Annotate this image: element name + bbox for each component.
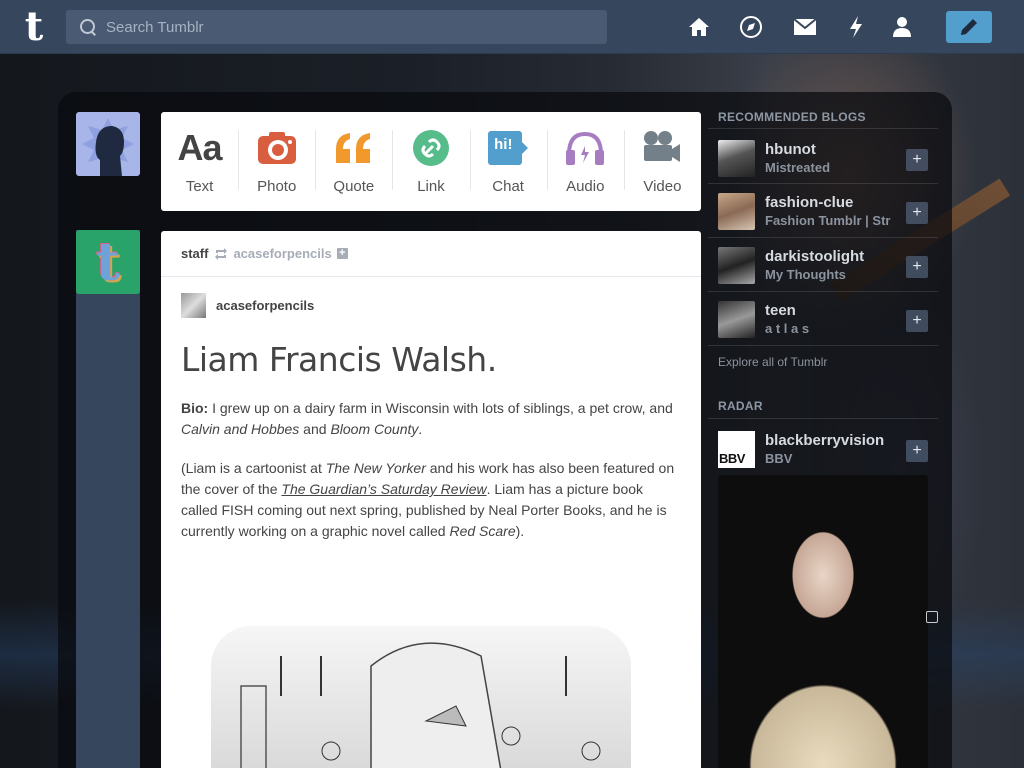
post-header: staff acaseforpencils + bbox=[161, 231, 701, 277]
text-icon: Aa bbox=[177, 127, 223, 168]
post-type-video[interactable]: Video bbox=[623, 112, 701, 211]
headphones-icon bbox=[565, 128, 605, 168]
recommended-blog-item[interactable]: teen a t l a s + bbox=[718, 300, 928, 338]
bio-text: and bbox=[299, 421, 331, 437]
post-type-chat[interactable]: hi! Chat bbox=[469, 112, 547, 211]
post-type-label: Chat bbox=[492, 178, 524, 195]
explore-icon[interactable] bbox=[738, 14, 764, 40]
bio-paragraph: Bio: I grew up on a dairy farm in Wiscon… bbox=[181, 398, 681, 440]
explore-all-link[interactable]: Explore all of Tumblr bbox=[718, 355, 827, 369]
about-text: (Liam is a cartoonist at bbox=[181, 460, 326, 476]
blog-description: a t l a s bbox=[765, 321, 810, 336]
guardian-link[interactable]: The Guardian’s Saturday Review bbox=[281, 481, 486, 497]
bio-emphasis: Calvin and Hobbes bbox=[181, 421, 300, 437]
radar-post-image[interactable] bbox=[718, 475, 928, 768]
post-type-label: Quote bbox=[333, 178, 375, 195]
post-type-label: Text bbox=[185, 178, 214, 195]
user-avatar[interactable] bbox=[76, 112, 140, 176]
post-type-audio[interactable]: Audio bbox=[546, 112, 624, 211]
camera-icon bbox=[257, 128, 297, 168]
cartoon-image[interactable] bbox=[211, 626, 631, 768]
blog-name[interactable]: fashion-clue bbox=[765, 194, 905, 211]
post-type-text[interactable]: Aa Text bbox=[161, 112, 238, 211]
post-type-label: Video bbox=[643, 178, 682, 195]
staff-avatar-column bbox=[76, 230, 140, 768]
compose-button[interactable] bbox=[946, 11, 992, 43]
post-card: staff acaseforpencils + acaseforpencils … bbox=[161, 231, 701, 768]
post-type-bar: Aa Text Photo Quote Link hi! Chat Audio bbox=[161, 112, 701, 211]
bio-emphasis: Bloom County bbox=[330, 421, 419, 437]
post-type-label: Photo bbox=[257, 178, 297, 195]
reblog-source-link[interactable]: acaseforpencils bbox=[233, 246, 331, 261]
about-emphasis: The New Yorker bbox=[325, 460, 426, 476]
sidebar-divider bbox=[708, 291, 938, 292]
recommended-blog-item[interactable]: darkistoolight My Thoughts + bbox=[718, 246, 928, 284]
chat-icon: hi! bbox=[487, 128, 529, 168]
post-title: Liam Francis Walsh. bbox=[181, 340, 497, 379]
blog-name[interactable]: hbunot bbox=[765, 141, 905, 158]
sidebar-divider bbox=[708, 237, 938, 238]
follow-plus-icon[interactable]: + bbox=[336, 248, 348, 259]
sidebar-divider bbox=[708, 345, 938, 346]
radar-title: RADAR bbox=[718, 399, 763, 413]
radar-blog-item[interactable]: BBV blackberryvision BBV + bbox=[718, 430, 928, 468]
blog-description: My Thoughts bbox=[765, 267, 846, 282]
inbox-icon[interactable] bbox=[792, 14, 818, 40]
search-box[interactable] bbox=[66, 10, 607, 44]
search-icon bbox=[79, 18, 97, 36]
search-input[interactable] bbox=[106, 12, 586, 42]
post-body: Bio: I grew up on a dairy farm in Wiscon… bbox=[161, 398, 701, 542]
post-type-label: Link bbox=[417, 178, 445, 195]
follow-blog-button[interactable]: + bbox=[906, 202, 928, 224]
staff-avatar[interactable]: t bbox=[76, 230, 140, 294]
about-text: ). bbox=[515, 523, 525, 539]
bio-text: I grew up on a dairy farm in Wisconsin w… bbox=[208, 400, 673, 416]
radar-blog-avatar[interactable]: BBV bbox=[718, 430, 755, 468]
home-icon[interactable] bbox=[686, 14, 712, 40]
reblog-icon bbox=[214, 247, 228, 260]
bio-text: . bbox=[418, 421, 423, 437]
original-poster: acaseforpencils bbox=[161, 277, 701, 318]
recommended-blogs-title: RECOMMENDED BLOGS bbox=[718, 110, 866, 124]
blog-avatar[interactable] bbox=[718, 139, 755, 177]
blog-name[interactable]: blackberryvision bbox=[765, 432, 905, 449]
recommended-blog-item[interactable]: fashion-clue Fashion Tumblr | Str + bbox=[718, 192, 928, 230]
sidebar-divider bbox=[708, 128, 938, 129]
sidebar-divider bbox=[708, 183, 938, 184]
about-emphasis: Red Scare bbox=[449, 523, 516, 539]
keyboard-shortcuts-icon[interactable] bbox=[926, 611, 938, 623]
blog-avatar[interactable] bbox=[718, 300, 755, 338]
post-author-link[interactable]: staff bbox=[181, 246, 208, 261]
blog-name[interactable]: darkistoolight bbox=[765, 248, 905, 265]
post-type-quote[interactable]: Quote bbox=[315, 112, 392, 211]
follow-blog-button[interactable]: + bbox=[906, 149, 928, 171]
blog-description: BBV bbox=[765, 451, 793, 466]
bio-label: Bio: bbox=[181, 400, 209, 416]
blog-description: Mistreated bbox=[765, 160, 831, 175]
activity-icon[interactable] bbox=[843, 14, 869, 40]
top-bar: t bbox=[0, 0, 1024, 54]
sidebar-divider bbox=[708, 418, 938, 419]
follow-blog-button[interactable]: + bbox=[906, 256, 928, 278]
radar-avatar-text: BBV bbox=[719, 450, 745, 466]
video-camera-icon bbox=[642, 128, 682, 168]
post-type-link[interactable]: Link bbox=[392, 112, 469, 211]
recommended-blog-item[interactable]: hbunot Mistreated + bbox=[718, 139, 928, 177]
follow-blog-button[interactable]: + bbox=[906, 310, 928, 332]
post-type-label: Audio bbox=[566, 178, 605, 195]
compose-icon bbox=[961, 19, 977, 35]
account-icon[interactable] bbox=[889, 14, 915, 40]
quote-icon bbox=[334, 128, 374, 168]
blog-description: Fashion Tumblr | Str bbox=[765, 213, 891, 228]
link-icon bbox=[412, 128, 450, 168]
blog-avatar[interactable] bbox=[718, 246, 755, 284]
original-poster-name[interactable]: acaseforpencils bbox=[216, 298, 314, 313]
follow-blog-button[interactable]: + bbox=[906, 440, 928, 462]
blog-name[interactable]: teen bbox=[765, 302, 905, 319]
post-type-photo[interactable]: Photo bbox=[238, 112, 315, 211]
tumblr-logo[interactable]: t bbox=[14, 6, 54, 48]
about-paragraph: (Liam is a cartoonist at The New Yorker … bbox=[181, 458, 681, 542]
blog-avatar[interactable] bbox=[718, 192, 755, 230]
original-poster-avatar[interactable] bbox=[181, 293, 206, 318]
